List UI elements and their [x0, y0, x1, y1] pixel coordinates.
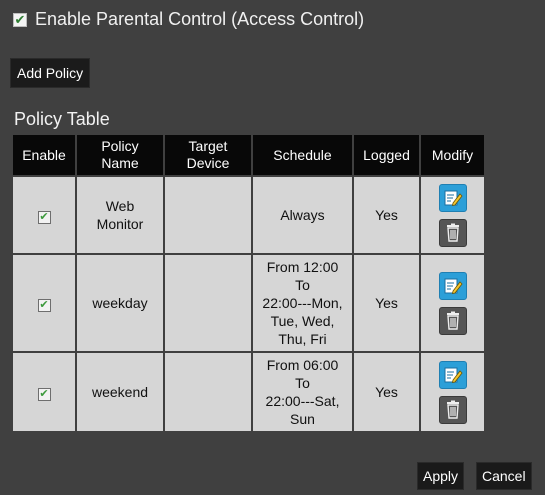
policy-enable-checkbox[interactable]: ✔ [37, 388, 51, 401]
policy-schedule-cell: From 06:00 To 22:00---Sat, Sun [251, 351, 354, 433]
header-policy-name: Policy Name [75, 133, 165, 177]
cancel-button[interactable]: Cancel [476, 462, 532, 490]
enable-parental-control[interactable]: ✔ Enable Parental Control (Access Contro… [13, 9, 364, 30]
policy-name-cell: weekday [75, 253, 165, 353]
policy-logged-cell: Yes [352, 175, 421, 255]
policy-enable-checkbox[interactable]: ✔ [37, 211, 51, 224]
header-target-device: Target Device [163, 133, 253, 177]
edit-icon[interactable] [438, 360, 467, 389]
policy-logged-cell: Yes [352, 351, 421, 433]
policy-modify-cell [419, 175, 486, 255]
policy-target-device-cell [163, 175, 253, 255]
header-schedule: Schedule [251, 133, 354, 177]
policy-target-device-cell [163, 351, 253, 433]
policy-enable-checkbox[interactable]: ✔ [37, 299, 51, 312]
policy-name-cell: weekend [75, 351, 165, 433]
policy-schedule-cell: From 12:00 To 22:00---Mon, Tue, Wed, Thu, Fr… [251, 253, 354, 353]
enable-parental-control-label: Enable Parental Control (Access Control) [35, 9, 365, 29]
policy-modify-cell [419, 253, 486, 353]
enable-parental-control-checkbox[interactable]: ✔ [13, 12, 27, 27]
policy-table-title: Policy Table [14, 109, 110, 129]
policy-logged-cell: Yes [352, 253, 421, 353]
policy-name-cell: Web Monitor [75, 175, 165, 255]
policy-table-header: Enable Policy Name Target Device Schedule … [11, 133, 486, 177]
trash-icon[interactable] [438, 395, 467, 424]
policy-row: ✔ weekend From 06:00 To 22:00---Sat, Sun Yes [11, 351, 486, 433]
header-modify: Modify [419, 133, 486, 177]
policy-enable-cell: ✔ [11, 253, 77, 353]
policy-enable-cell: ✔ [11, 351, 77, 433]
policy-table: Enable Policy Name Target Device Schedule … [11, 133, 486, 433]
header-logged: Logged [352, 133, 421, 177]
trash-icon[interactable] [438, 218, 467, 247]
policy-target-device-cell [163, 253, 253, 353]
add-policy-button[interactable]: Add Policy [10, 58, 91, 88]
trash-icon[interactable] [438, 306, 467, 335]
policy-enable-cell: ✔ [11, 175, 77, 255]
policy-row: ✔ Web Monitor Always Yes [11, 175, 486, 255]
header-enable: Enable [11, 133, 77, 177]
edit-icon[interactable] [438, 183, 467, 212]
edit-icon[interactable] [438, 271, 467, 300]
policy-row: ✔ weekday From 12:00 To 22:00---Mon, Tue, Wed… [11, 253, 486, 353]
policy-schedule-cell: Always [251, 175, 354, 255]
apply-button[interactable]: Apply [417, 462, 465, 490]
policy-modify-cell [419, 351, 486, 433]
